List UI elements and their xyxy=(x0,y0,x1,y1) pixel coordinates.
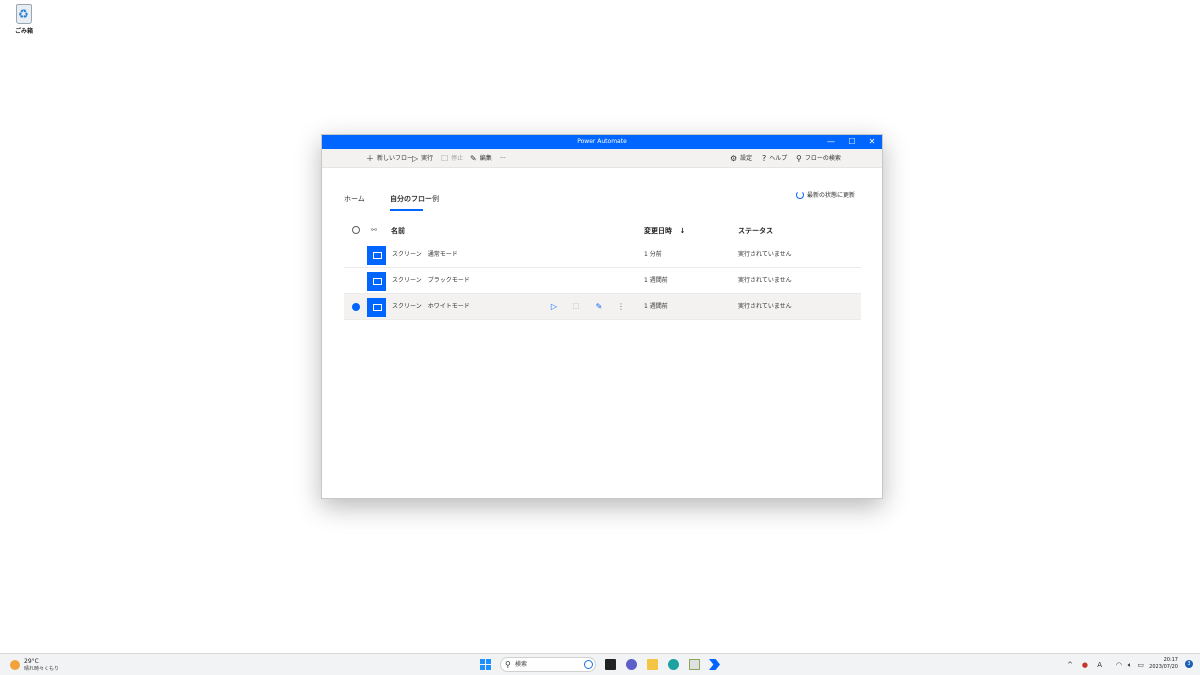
question-icon: ? xyxy=(762,154,767,163)
flow-modified: 1 週間前 xyxy=(644,277,668,284)
notification-badge[interactable]: 3 xyxy=(1185,660,1193,668)
weather-sun-icon xyxy=(10,660,20,670)
taskbar: 29°C 晴れ時々くもり ⚲ 検索 ^ ● A ◠ 🔈︎ ▭ 20:17 202… xyxy=(0,653,1200,675)
select-all-radio[interactable] xyxy=(352,226,360,234)
flow-name[interactable]: スクリーン ブラックモード xyxy=(392,268,470,294)
flow-name[interactable]: スクリーン ホワイトモード xyxy=(392,294,470,320)
task-view-icon[interactable] xyxy=(605,659,616,670)
clock-date: 2023/07/20 xyxy=(1149,664,1178,670)
taskbar-search-placeholder: 検索 xyxy=(515,661,528,668)
new-flow-button[interactable]: ＋新しいフロー xyxy=(366,149,413,168)
more-commands-button[interactable]: ··· xyxy=(500,149,506,168)
column-name[interactable]: 名前 xyxy=(391,226,405,236)
file-explorer-icon[interactable] xyxy=(647,659,658,670)
edit-button[interactable]: ✎ 編集 xyxy=(470,149,492,168)
security-icon[interactable]: ● xyxy=(1082,654,1088,675)
table-row[interactable]: スクリーン ブラックモード 1 週間前 実行されていません xyxy=(344,268,861,294)
flow-search-input[interactable]: ⚲ フローの検索 xyxy=(796,149,841,168)
pencil-icon: ✎ xyxy=(470,154,477,163)
more-options-icon[interactable]: ⋮ xyxy=(615,294,627,320)
help-button[interactable]: ? ヘルプ xyxy=(762,149,787,168)
edit-flow-icon[interactable]: ✎ xyxy=(593,294,605,320)
tab-home[interactable]: ホーム xyxy=(344,194,365,204)
stop-label: 停止 xyxy=(451,155,464,162)
weather-temp: 29°C xyxy=(24,658,39,665)
column-modified[interactable]: 変更日時 ↓ xyxy=(644,226,685,236)
settings-button[interactable]: ⚙ 設定 xyxy=(730,149,752,168)
title-bar[interactable]: Power Automate — ☐ ✕ xyxy=(322,135,882,149)
chevron-up-icon[interactable]: ^ xyxy=(1067,654,1073,675)
taskbar-search[interactable]: ⚲ 検索 xyxy=(500,657,596,672)
start-button[interactable] xyxy=(480,659,491,670)
clock[interactable]: 20:17 2023/07/20 xyxy=(1149,657,1178,671)
volume-icon[interactable]: 🔈︎ xyxy=(1128,654,1132,675)
stop-flow-icon[interactable]: ☐ xyxy=(570,294,582,320)
table-row[interactable]: スクリーン 通常モード 1 分前 実行されていません xyxy=(344,242,861,268)
battery-icon[interactable]: ▭ xyxy=(1137,654,1144,675)
refresh-button[interactable]: 最新の状態に更新 xyxy=(795,190,855,199)
flow-status: 実行されていません xyxy=(738,251,792,258)
command-bar: ＋新しいフロー ▷ 実行 ☐ 停止 ✎ 編集 ··· ⚙ 設定 ? ヘルプ ⚲ フローの検索 xyxy=(322,149,882,168)
weather-desc: 晴れ時々くもり xyxy=(24,666,60,672)
tab-examples[interactable]: 例 xyxy=(432,194,439,204)
wifi-icon[interactable]: ◠ xyxy=(1116,654,1122,675)
help-label: ヘルプ xyxy=(769,155,788,162)
search-icon: ⚲ xyxy=(796,154,802,163)
flows-table: ⚯ 名前 変更日時 ↓ ステータス スクリーン 通常モード 1 分前 実行されて… xyxy=(344,219,861,320)
flow-search-placeholder: フローの検索 xyxy=(804,155,841,162)
flow-status: 実行されていません xyxy=(738,303,792,310)
store-icon[interactable] xyxy=(689,659,700,670)
run-label: 実行 xyxy=(421,155,434,162)
recycle-bin-label: ごみ箱 xyxy=(14,28,33,35)
power-automate-window: Power Automate — ☐ ✕ ＋新しいフロー ▷ 実行 ☐ 停止 ✎ 編集… xyxy=(321,134,883,499)
run-flow-icon[interactable]: ▷ xyxy=(548,294,560,320)
window-title: Power Automate xyxy=(577,138,627,145)
column-modified-label: 変更日時 xyxy=(644,227,672,235)
search-icon: ⚲ xyxy=(505,660,511,669)
clock-time: 20:17 xyxy=(1163,657,1178,663)
column-status[interactable]: ステータス xyxy=(738,226,773,236)
desktop-flow-icon xyxy=(367,272,386,291)
recycle-bin-icon[interactable]: ごみ箱 xyxy=(11,4,37,36)
active-tab-indicator xyxy=(390,209,423,211)
flow-type-icon[interactable]: ⚯ xyxy=(371,226,377,234)
flow-modified: 1 分前 xyxy=(644,251,662,258)
power-automate-taskbar-icon[interactable] xyxy=(709,659,720,670)
bing-icon xyxy=(584,660,593,669)
flow-name[interactable]: スクリーン 通常モード xyxy=(392,242,458,268)
stop-icon: ☐ xyxy=(441,154,449,163)
maximize-button[interactable]: ☐ xyxy=(842,135,862,149)
sort-down-icon: ↓ xyxy=(679,227,686,235)
minimize-button[interactable]: — xyxy=(821,135,841,149)
refresh-icon xyxy=(795,191,804,199)
edit-label: 編集 xyxy=(479,155,492,162)
gear-icon: ⚙ xyxy=(730,154,738,163)
flow-modified: 1 週間前 xyxy=(644,303,668,310)
settings-label: 設定 xyxy=(740,155,753,162)
plus-icon: ＋ xyxy=(366,154,374,163)
new-flow-label: 新しいフロー xyxy=(377,155,414,162)
desktop-flow-icon xyxy=(367,246,386,265)
ime-indicator[interactable]: A xyxy=(1097,654,1102,675)
refresh-label: 最新の状態に更新 xyxy=(806,192,855,199)
table-header: ⚯ 名前 変更日時 ↓ ステータス xyxy=(344,219,861,242)
row-select-radio[interactable] xyxy=(352,303,360,311)
teams-chat-icon[interactable] xyxy=(626,659,637,670)
table-row-selected[interactable]: スクリーン ホワイトモード ▷ ☐ ✎ ⋮ 1 週間前 実行されていません xyxy=(344,294,861,320)
tab-my-flows[interactable]: 自分のフロー xyxy=(390,194,432,204)
recycle-bin-graphic xyxy=(16,4,32,24)
flow-status: 実行されていません xyxy=(738,277,792,284)
desktop-flow-icon xyxy=(367,298,386,317)
run-button[interactable]: ▷ 実行 xyxy=(412,149,433,168)
play-icon: ▷ xyxy=(412,154,419,163)
edge-browser-icon[interactable] xyxy=(668,659,679,670)
stop-button[interactable]: ☐ 停止 xyxy=(441,149,463,168)
close-button[interactable]: ✕ xyxy=(862,135,882,149)
